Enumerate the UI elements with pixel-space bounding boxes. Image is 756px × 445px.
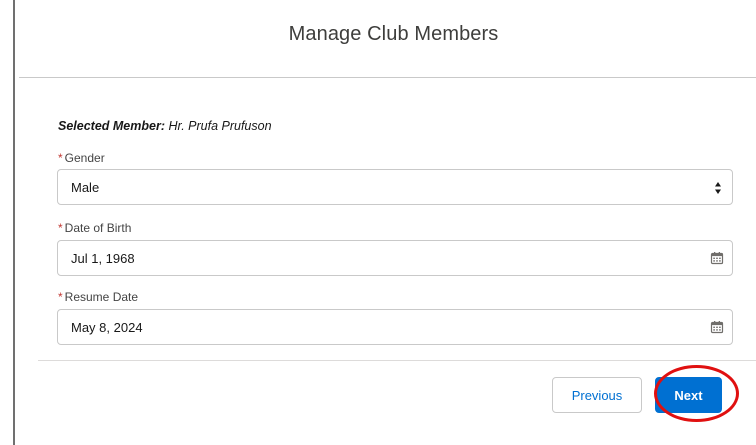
date-of-birth-label: * Date of Birth (58, 221, 131, 235)
next-button[interactable]: Next (655, 377, 722, 413)
selected-member-label: Selected Member: (58, 119, 165, 133)
required-marker: * (58, 290, 63, 304)
date-of-birth-value: Jul 1, 1968 (71, 250, 135, 266)
required-marker: * (58, 221, 63, 235)
footer-divider (38, 360, 756, 361)
gender-select[interactable]: Male (57, 169, 733, 205)
resume-date-value: May 8, 2024 (71, 319, 143, 335)
page: Manage Club Members Selected Member: Hr.… (0, 0, 756, 445)
selected-member-line: Selected Member: Hr. Prufa Prufuson (58, 119, 272, 133)
previous-button[interactable]: Previous (552, 377, 642, 413)
manage-club-members-modal: Manage Club Members Selected Member: Hr.… (19, 0, 756, 445)
calendar-icon[interactable] (710, 320, 724, 334)
chevron-up-down-icon (714, 179, 722, 197)
resume-date-input[interactable]: May 8, 2024 (57, 309, 733, 345)
resume-date-label-text: Resume Date (64, 290, 139, 304)
gender-label: * Gender (58, 151, 105, 165)
window-border-line (13, 0, 15, 445)
selected-member-value: Hr. Prufa Prufuson (168, 119, 272, 133)
modal-header: Manage Club Members (19, 0, 756, 78)
resume-date-label: * Resume Date (58, 290, 138, 304)
calendar-icon[interactable] (710, 251, 724, 265)
required-marker: * (58, 151, 63, 165)
gender-select-value: Male (71, 179, 100, 195)
modal-title: Manage Club Members (288, 23, 499, 45)
gender-label-text: Gender (64, 151, 105, 165)
date-of-birth-input[interactable]: Jul 1, 1968 (57, 240, 733, 276)
date-of-birth-label-text: Date of Birth (64, 221, 132, 235)
background-window-edge (0, 0, 19, 445)
